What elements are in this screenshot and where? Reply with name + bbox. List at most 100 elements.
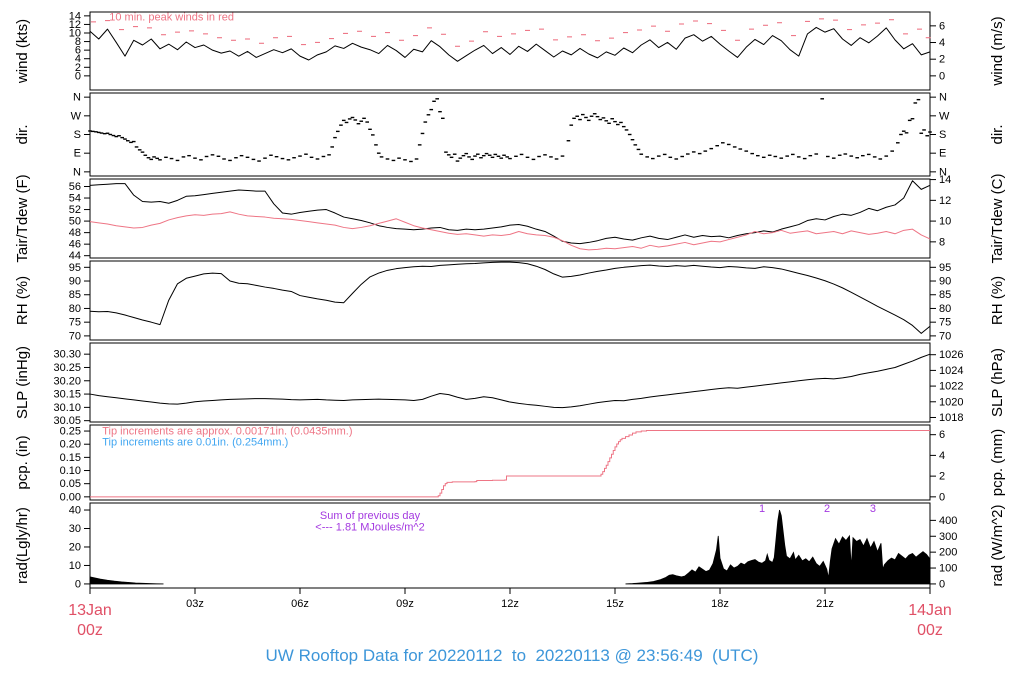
right-tick-label: W [939, 110, 950, 122]
axis-title-right-dir: dir. [989, 124, 1006, 144]
right-tick-label: 1026 [939, 349, 963, 361]
right-tick-label: 0 [939, 70, 945, 82]
left-tick-label: 30.30 [53, 349, 81, 361]
left-tick-label: 85 [69, 289, 81, 301]
right-tick-label: 1024 [939, 365, 963, 377]
rad-morning-area [89, 576, 164, 585]
right-tick-label: N [939, 92, 947, 104]
left-tick-label: 70 [69, 330, 81, 342]
left-tick-label: 0.00 [60, 491, 81, 503]
axis-title-right-rad: rad (W/m^2) [989, 504, 1006, 586]
right-tick-label: 200 [939, 547, 957, 559]
axis-title-right-slp: SLP (hPa) [989, 348, 1006, 417]
x-date-label: 14Jan [908, 602, 952, 619]
left-tick-label: 0 [75, 578, 81, 590]
right-tick-label: 6 [939, 20, 945, 32]
x-tick-label: 12z [501, 598, 519, 610]
left-tick-label: E [74, 148, 81, 160]
left-tick-label: 52 [69, 204, 81, 216]
left-tick-label: 44 [69, 250, 81, 262]
left-tick-label: N [73, 166, 81, 178]
panel-wind: 024681012140246wind (kts) wind (m/s)10 mi… [14, 10, 1006, 91]
right-tick-label: 4 [939, 450, 945, 462]
x-axis: 03z 06z 09z 12z 15z 18z 21z 13Jan 00z 14Jan 00z [68, 588, 952, 639]
right-tick-label: 10 [939, 216, 951, 228]
wind-dir-points [88, 98, 932, 163]
left-tick-label: 0.25 [60, 426, 81, 438]
left-tick-label: N [73, 92, 81, 104]
left-tick-label: 0.05 [60, 478, 81, 490]
panel-pcp: 0.000.050.100.150.200.25 0 2 4 6 pcp. (in) pcp… [14, 424, 1006, 503]
axis-title-left-rh: RH (%) [14, 276, 31, 325]
annotation-rad: 2 [824, 503, 830, 515]
left-tick-label: 48 [69, 227, 81, 239]
right-tick-label: 0 [939, 578, 945, 590]
x-date-label: 00z [917, 622, 943, 639]
left-tick-label: 0.15 [60, 452, 81, 464]
right-tick-label: S [939, 129, 946, 141]
right-tick-label: 2 [939, 471, 945, 483]
annotation-rad: <--- 1.81 MJoules/m^2 [315, 522, 424, 534]
x-tick-label: 15z [606, 598, 624, 610]
right-tick-label: 14 [939, 174, 951, 186]
panel-rh: 707580859095707580859095RH (%) RH (%) [14, 260, 1006, 342]
right-tick-label: 0 [939, 491, 945, 503]
chart-title: UW Rooftop Data for 20220112 to 20220113… [265, 646, 759, 665]
left-tick-label: 56 [69, 181, 81, 193]
axis-title-left-pcp: pcp. (in) [14, 435, 31, 489]
panel-temp: 44464850525456 8 10 12 14 Tair/Tdew (F) Tair/T… [14, 173, 1006, 263]
left-tick-label: W [71, 110, 82, 122]
axis-title-right-temp: Tair/Tdew (C) [989, 173, 1006, 263]
left-tick-label: 30.10 [53, 402, 81, 414]
axis-title-left-wind: wind (kts) [14, 19, 31, 84]
right-tick-label: 300 [939, 531, 957, 543]
x-date-label: 00z [77, 622, 103, 639]
left-tick-label: 0.20 [60, 439, 81, 451]
x-tick-label: 18z [711, 598, 729, 610]
right-tick-label: 2 [939, 54, 945, 66]
panel-border [89, 342, 931, 423]
right-tick-label: 400 [939, 515, 957, 527]
left-tick-label: S [74, 129, 81, 141]
right-tick-label: 4 [939, 37, 945, 49]
right-tick-label: 70 [939, 330, 951, 342]
right-tick-label: 1020 [939, 396, 963, 408]
left-tick-label: 20 [69, 541, 81, 553]
left-tick-label: 95 [69, 262, 81, 274]
right-tick-label: 95 [939, 262, 951, 274]
axis-title-right-pcp: pcp. (mm) [989, 429, 1006, 497]
left-tick-label: 0.10 [60, 465, 81, 477]
weather-meteogram: 0 2 4 6 8 10 12 14 0 2 4 6 wind (kts) wind (m/s) 10 mi… [0, 0, 1024, 700]
x-tick-label: 03z [186, 598, 204, 610]
tdew-line [89, 211, 931, 251]
right-tick-label: 1022 [939, 381, 963, 393]
x-tick-label: 06z [291, 598, 309, 610]
x-date-label: 13Jan [68, 602, 112, 619]
right-tick-label: 1018 [939, 412, 963, 424]
panel-slp: 30.0530.1030.1530.2030.2530.301018102010… [14, 342, 1006, 427]
left-tick-label: 80 [69, 303, 81, 315]
panel-dir: NESWNNESWNdir. dir. [14, 92, 1006, 179]
wind-avg-line [89, 26, 931, 62]
rad-evening-area [625, 509, 931, 585]
x-tick-label: 09z [396, 598, 414, 610]
right-tick-label: 100 [939, 563, 957, 575]
left-tick-label: 40 [69, 505, 81, 517]
left-tick-label: 10 [69, 560, 81, 572]
left-tick-label: 90 [69, 276, 81, 288]
axis-title-left-rad: rad(Lgly/hr) [14, 507, 31, 584]
panel-border [89, 178, 931, 259]
x-tick-label: 21z [816, 598, 834, 610]
axis-title-right-wind: wind (m/s) [989, 16, 1006, 86]
annotation-wind: 10 min. peak winds in red [109, 12, 234, 24]
left-tick-label: 30.20 [53, 375, 81, 387]
left-tick-label: 54 [69, 193, 81, 205]
right-tick-label: 75 [939, 317, 951, 329]
axis-title-left-temp: Tair/Tdew (F) [14, 174, 31, 262]
annotation-rad: 3 [870, 503, 876, 515]
axis-title-right-rh: RH (%) [989, 276, 1006, 325]
panel-border [89, 92, 931, 177]
rh-line [89, 261, 931, 334]
left-tick-label: 46 [69, 239, 81, 251]
left-tick-label: 14 [69, 10, 81, 22]
